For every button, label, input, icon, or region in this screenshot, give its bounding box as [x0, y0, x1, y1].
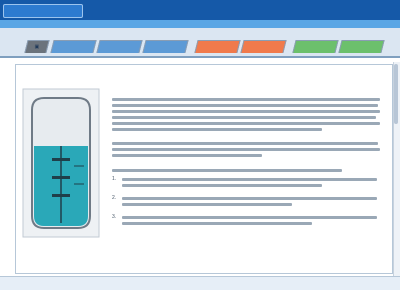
- tab-4[interactable]: [142, 40, 189, 53]
- list-item-line: [122, 203, 292, 206]
- text-line: [112, 169, 342, 172]
- tank-diagram: [22, 88, 100, 238]
- text-line: [112, 98, 380, 101]
- tab-5[interactable]: [194, 40, 241, 53]
- sidebar-label: [18, 72, 78, 79]
- nav-link-4[interactable]: [274, 6, 314, 13]
- list-item-line: [122, 197, 377, 200]
- list-item-line: [122, 222, 312, 225]
- text-line: [112, 116, 376, 119]
- tab-7[interactable]: [292, 40, 339, 53]
- stirrer-blade-2: [52, 176, 70, 179]
- tab-strip-divider: [0, 56, 400, 58]
- footer-bar: [0, 276, 400, 290]
- text-line: [112, 110, 380, 113]
- sub-navigation-bar: [0, 20, 400, 28]
- text-line: [112, 104, 378, 107]
- tab-3[interactable]: [96, 40, 143, 53]
- nav-link-3[interactable]: [222, 6, 262, 13]
- list-item-line: [122, 178, 377, 181]
- tab-home[interactable]: ▣: [24, 40, 50, 53]
- app-logo[interactable]: [3, 4, 83, 18]
- text-line: [112, 128, 322, 131]
- subnav-link-1[interactable]: [86, 21, 116, 27]
- subnav-link-2[interactable]: [120, 21, 150, 27]
- text-line: [112, 148, 380, 151]
- list-number-1: 1.: [112, 176, 117, 182]
- tab-8[interactable]: [338, 40, 385, 53]
- list-number-3: 3.: [112, 214, 117, 220]
- scrollbar-thumb[interactable]: [394, 64, 398, 124]
- list-item-line: [122, 184, 322, 187]
- tab-2[interactable]: [50, 40, 97, 53]
- subnav-link-3[interactable]: [154, 21, 184, 27]
- book-icon: ▣: [34, 44, 40, 50]
- text-line: [112, 142, 378, 145]
- list-item-line: [122, 216, 377, 219]
- nav-link-2[interactable]: [170, 6, 210, 13]
- stirrer-blade-3: [52, 194, 70, 197]
- list-number-2: 2.: [112, 195, 117, 201]
- nav-link-1[interactable]: [118, 6, 158, 13]
- stirrer-blade-1: [52, 158, 70, 161]
- tab-6[interactable]: [240, 40, 287, 53]
- text-line: [112, 122, 380, 125]
- text-line: [112, 154, 262, 157]
